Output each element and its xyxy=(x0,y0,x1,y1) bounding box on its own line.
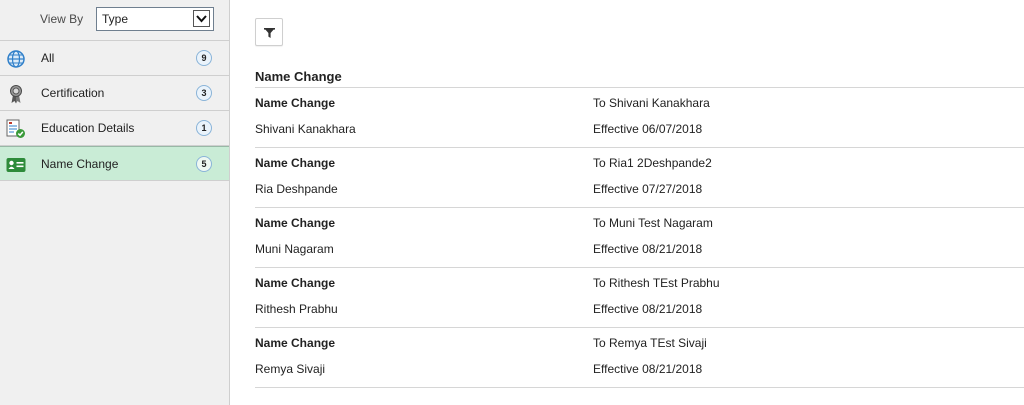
row-effective-date: Effective 06/07/2018 xyxy=(593,122,703,136)
count-badge: 9 xyxy=(196,50,212,66)
certificate-award-icon xyxy=(6,84,26,104)
globe-icon xyxy=(6,49,26,69)
row-detail: To Rithesh TEst Prabhu xyxy=(593,276,720,290)
row-person: Rithesh Prabhu xyxy=(255,302,338,316)
row-detail: To Ria1 2Deshpande2 xyxy=(593,156,712,170)
list-item[interactable]: Name Change Muni Nagaram To Muni Test Na… xyxy=(255,208,1024,268)
row-type: Name Change xyxy=(255,156,336,170)
row-effective-date: Effective 08/21/2018 xyxy=(593,362,703,376)
view-by-select[interactable]: Type xyxy=(96,7,214,31)
count-badge: 3 xyxy=(196,85,212,101)
row-effective-date: Effective 08/21/2018 xyxy=(593,242,703,256)
section-title: Name Change xyxy=(255,69,342,84)
sidebar-item-label: Education Details xyxy=(41,121,135,135)
row-effective-date: Effective 07/27/2018 xyxy=(593,182,703,196)
document-check-icon xyxy=(6,119,26,139)
filter-button[interactable] xyxy=(255,18,283,46)
row-detail: To Muni Test Nagaram xyxy=(593,216,713,230)
row-type: Name Change xyxy=(255,216,336,230)
row-detail: To Shivani Kanakhara xyxy=(593,96,710,110)
sidebar-item-all[interactable]: All 9 xyxy=(0,41,229,76)
sidebar-item-certification[interactable]: Certification 3 xyxy=(0,76,229,111)
row-type: Name Change xyxy=(255,336,336,350)
filter-funnel-icon xyxy=(263,27,276,42)
count-badge: 1 xyxy=(196,120,212,136)
list-item[interactable]: Name Change Remya Sivaji To Remya TEst S… xyxy=(255,328,1024,388)
sidebar-item-label: All xyxy=(41,51,55,65)
row-person: Remya Sivaji xyxy=(255,362,326,376)
sidebar-item-education-details[interactable]: Education Details 1 xyxy=(0,111,229,146)
view-by-label: View By xyxy=(40,12,84,26)
row-person: Muni Nagaram xyxy=(255,242,334,256)
view-by-bar: View By Type xyxy=(0,0,229,41)
list-item[interactable]: Name Change Shivani Kanakhara To Shivani… xyxy=(255,88,1024,148)
sidebar-item-label: Name Change xyxy=(41,157,119,171)
sidebar: View By Type All 9 Certification 3 Educa… xyxy=(0,0,230,405)
row-person: Ria Deshpande xyxy=(255,182,338,196)
chevron-down-icon[interactable] xyxy=(193,10,210,27)
row-person: Shivani Kanakhara xyxy=(255,122,356,136)
view-by-selected-value: Type xyxy=(102,12,129,26)
count-badge: 5 xyxy=(196,156,212,172)
list-item[interactable]: Name Change Ria Deshpande To Ria1 2Deshp… xyxy=(255,148,1024,208)
divider xyxy=(255,387,1024,388)
row-detail: To Remya TEst Sivaji xyxy=(593,336,707,350)
row-effective-date: Effective 08/21/2018 xyxy=(593,302,703,316)
sidebar-item-name-change[interactable]: Name Change 5 xyxy=(0,146,229,181)
sidebar-item-label: Certification xyxy=(41,86,105,100)
list-item[interactable]: Name Change Rithesh Prabhu To Rithesh TE… xyxy=(255,268,1024,328)
row-type: Name Change xyxy=(255,96,336,110)
row-type: Name Change xyxy=(255,276,336,290)
id-card-icon xyxy=(6,155,26,175)
